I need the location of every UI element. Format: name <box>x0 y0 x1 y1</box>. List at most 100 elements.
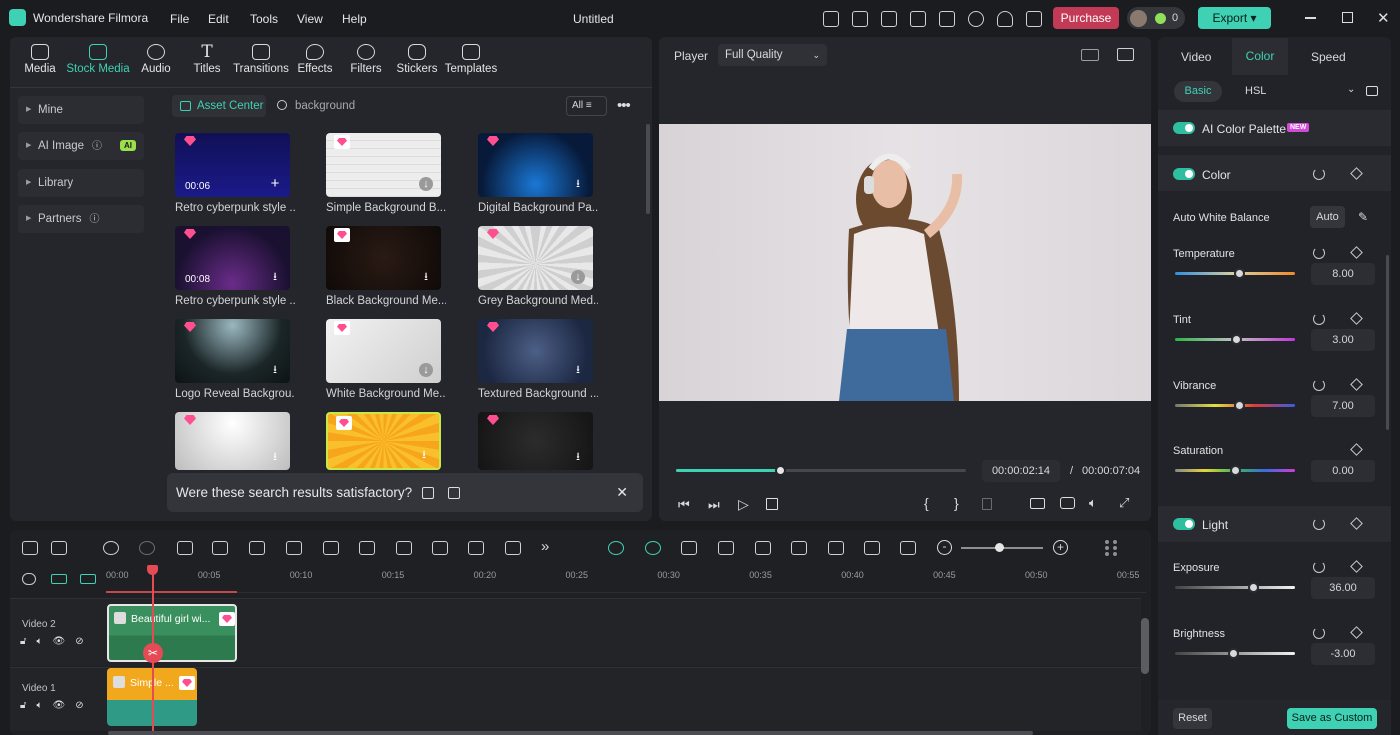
eyedropper-icon[interactable]: ✎ <box>1358 210 1368 224</box>
gift-icon[interactable] <box>823 11 839 27</box>
tab-effects[interactable]: Effects <box>290 44 340 75</box>
thumbs-up-icon[interactable] <box>422 486 435 499</box>
marker-icon[interactable] <box>982 498 992 510</box>
param-slider[interactable] <box>1175 268 1295 279</box>
reset-icon[interactable] <box>1313 313 1325 325</box>
reset-icon[interactable] <box>1313 168 1325 180</box>
ai-palette-toggle[interactable] <box>1173 122 1195 134</box>
text-icon[interactable] <box>286 541 302 555</box>
ai-mate-icon[interactable] <box>608 541 624 555</box>
redo-icon[interactable] <box>139 541 155 555</box>
enhance-icon[interactable] <box>505 541 521 555</box>
camera-icon[interactable] <box>1060 497 1075 509</box>
display-icon[interactable] <box>1030 498 1045 509</box>
hide-track-icon[interactable]: ⊘ <box>75 636 83 647</box>
reset-icon[interactable] <box>1313 627 1325 639</box>
playback-mode-icon[interactable] <box>718 541 734 555</box>
param-slider[interactable] <box>1175 400 1295 411</box>
subtitle-icon[interactable] <box>828 541 844 555</box>
export-button[interactable]: Export ▾ <box>1198 7 1271 29</box>
sidebar-item-mine[interactable]: ▶ Mine <box>18 96 144 124</box>
ai-cutout-icon[interactable] <box>359 541 375 555</box>
download-icon[interactable]: ↓ <box>419 177 433 191</box>
tab-basic[interactable]: Basic <box>1174 81 1222 102</box>
menu-tools[interactable]: Tools <box>250 12 278 26</box>
monitor-icon[interactable] <box>910 11 926 27</box>
visibility-eye-icon[interactable]: 👁︎ <box>52 636 65 647</box>
visibility-eye-icon[interactable]: 👁︎ <box>52 700 65 711</box>
account-chip[interactable]: 0 <box>1127 7 1185 29</box>
tab-hsl[interactable]: HSL <box>1245 85 1266 97</box>
stock-thumbnail[interactable]: ⭳ <box>175 412 290 470</box>
send-icon[interactable] <box>852 11 868 27</box>
snapshot-view-icon[interactable] <box>1117 48 1134 61</box>
reset-icon[interactable] <box>1313 379 1325 391</box>
stop-icon[interactable] <box>766 498 778 510</box>
cut-icon[interactable] <box>212 541 228 555</box>
close-window-icon[interactable]: ✕ <box>1377 9 1390 27</box>
download-icon[interactable]: ⭳ <box>419 270 433 284</box>
grid-apps-icon[interactable] <box>1026 11 1042 27</box>
thumbs-down-icon[interactable] <box>448 486 461 499</box>
speed-icon[interactable] <box>396 541 412 555</box>
download-icon[interactable]: ↓ <box>571 270 585 284</box>
mic-icon[interactable] <box>791 541 807 555</box>
ai-icon[interactable] <box>881 11 897 27</box>
mute-icon[interactable]: 🔈︎ <box>36 700 42 711</box>
select-icon[interactable] <box>51 541 67 555</box>
param-value[interactable]: 7.00 <box>1311 395 1375 417</box>
zoom-out-icon[interactable]: - <box>937 540 952 555</box>
restore-icon[interactable] <box>1342 12 1353 23</box>
replace-icon[interactable] <box>900 541 916 555</box>
download-icon[interactable]: ⭳ <box>268 363 282 377</box>
download-icon[interactable]: ⭳ <box>417 448 431 462</box>
shape-icon[interactable] <box>323 541 339 555</box>
param-value[interactable]: -3.00 <box>1311 643 1375 665</box>
download-icon[interactable]: ↓ <box>419 363 433 377</box>
stock-thumbnail[interactable]: ⭳ <box>478 133 593 197</box>
minimize-icon[interactable] <box>1305 17 1316 19</box>
param-value[interactable]: 36.00 <box>1311 577 1375 599</box>
tab-speed[interactable]: Speed <box>1311 50 1346 64</box>
crop-icon[interactable] <box>249 541 265 555</box>
param-value[interactable]: 8.00 <box>1311 263 1375 285</box>
layout-icon[interactable] <box>22 541 38 555</box>
split-scissor-icon[interactable]: ✂ <box>143 643 163 663</box>
play-icon[interactable]: ▷ <box>738 496 749 513</box>
reset-icon[interactable] <box>1313 247 1325 259</box>
sidebar-item-library[interactable]: ▶ Library <box>18 169 144 197</box>
slider-knob[interactable] <box>1227 648 1239 659</box>
reset-icon[interactable] <box>1313 518 1325 530</box>
menu-edit[interactable]: Edit <box>208 12 229 26</box>
mute-icon[interactable]: 🔈︎ <box>36 636 42 647</box>
timeline-ruler[interactable] <box>106 565 1146 593</box>
more-tools-icon[interactable]: » <box>541 539 557 555</box>
zoom-in-icon[interactable]: + <box>1053 540 1068 555</box>
download-icon[interactable]: ⭳ <box>571 450 585 464</box>
quality-select[interactable]: Full Quality ⌄ <box>718 44 827 66</box>
media-scrollbar[interactable] <box>646 124 650 214</box>
timeline-hscrollbar[interactable] <box>108 731 1033 735</box>
mark-out-icon[interactable]: } <box>954 495 959 511</box>
filter-all-button[interactable]: All ≡ <box>566 96 607 116</box>
video-preview[interactable] <box>659 124 1151 401</box>
shield-icon[interactable] <box>755 541 771 555</box>
layout-menu-icon[interactable] <box>1105 540 1117 556</box>
prev-frame-icon[interactable]: ⏮ <box>678 497 690 513</box>
stock-thumbnail[interactable]: ⭳ <box>175 319 290 383</box>
track-add-icon[interactable] <box>51 574 67 584</box>
grid-view-icon[interactable] <box>1081 49 1099 61</box>
undo-icon[interactable] <box>103 541 119 555</box>
stock-thumbnail[interactable]: ↓ <box>478 226 593 290</box>
add-icon[interactable]: + <box>268 176 282 191</box>
stock-thumbnail[interactable]: ↓ <box>326 133 441 197</box>
sidebar-item-ai-image[interactable]: ▶ AI Image ⓘ AI <box>18 132 144 160</box>
param-slider[interactable] <box>1175 334 1295 345</box>
delete-icon[interactable] <box>177 541 193 555</box>
close-feedback-icon[interactable]: ✕ <box>616 484 628 501</box>
slider-knob[interactable] <box>1230 465 1241 476</box>
download-icon[interactable]: ⭳ <box>571 177 585 191</box>
right-scrollbar[interactable] <box>1386 255 1389 430</box>
sidebar-item-partners[interactable]: ▶ Partners ⓘ <box>18 205 144 233</box>
tab-video[interactable]: Video <box>1181 50 1211 64</box>
